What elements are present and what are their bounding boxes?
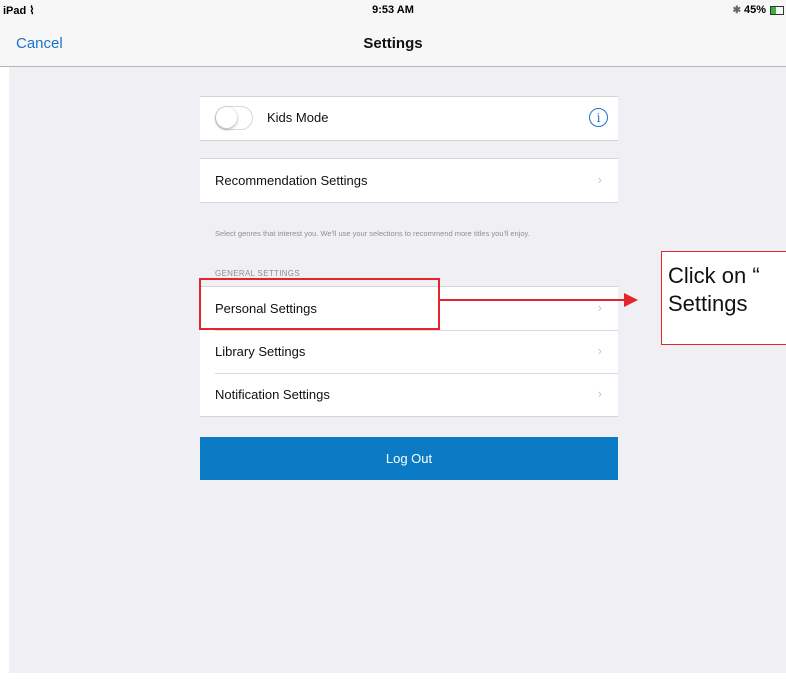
annotation-callout: Click on “ Settings	[661, 251, 786, 345]
chevron-right-icon: ›	[597, 300, 602, 315]
chevron-right-icon: ›	[597, 172, 602, 187]
notification-settings-row[interactable]: Notification Settings ›	[200, 373, 618, 416]
notification-settings-label: Notification Settings	[215, 387, 330, 402]
annotation-line-2: Settings	[668, 291, 748, 316]
info-icon[interactable]: i	[589, 108, 608, 127]
log-out-button[interactable]: Log Out	[200, 437, 618, 480]
annotation-arrow-line	[440, 299, 624, 301]
personal-settings-row[interactable]: Personal Settings ›	[200, 287, 618, 330]
navigation-bar: Cancel Settings	[0, 22, 786, 67]
battery-percent: 45%	[743, 4, 766, 16]
status-right: ✱ 45%	[733, 4, 784, 16]
page-title: Settings	[363, 35, 423, 52]
battery-fill	[771, 6, 777, 14]
recommendation-helper-text: Select genres that interest you. We'll u…	[215, 229, 530, 238]
recommendation-settings-row[interactable]: Recommendation Settings ›	[200, 159, 618, 202]
kids-mode-group: Kids Mode i	[200, 96, 618, 141]
personal-settings-label: Personal Settings	[215, 301, 317, 316]
status-time: 9:53 AM	[372, 4, 414, 16]
toggle-knob	[216, 107, 237, 128]
battery-icon	[770, 5, 784, 15]
annotation-line-1: Click on “	[668, 263, 760, 288]
status-bar: iPad ⌇ 9:53 AM ✱ 45%	[0, 0, 786, 22]
general-settings-header: GENERAL SETTINGS	[215, 269, 300, 278]
recommendation-group: Recommendation Settings ›	[200, 158, 618, 203]
bluetooth-icon: ✱	[732, 4, 741, 16]
chevron-right-icon: ›	[597, 386, 602, 401]
kids-mode-label: Kids Mode	[267, 110, 329, 125]
chevron-right-icon: ›	[597, 343, 602, 358]
recommendation-settings-label: Recommendation Settings	[215, 173, 368, 188]
kids-mode-toggle[interactable]	[215, 106, 253, 130]
annotation-arrow-head	[624, 293, 638, 307]
library-settings-label: Library Settings	[215, 344, 306, 359]
kids-mode-row: Kids Mode i	[200, 97, 618, 140]
library-settings-row[interactable]: Library Settings ›	[200, 330, 618, 373]
general-settings-group: Personal Settings › Library Settings › N…	[200, 286, 618, 417]
